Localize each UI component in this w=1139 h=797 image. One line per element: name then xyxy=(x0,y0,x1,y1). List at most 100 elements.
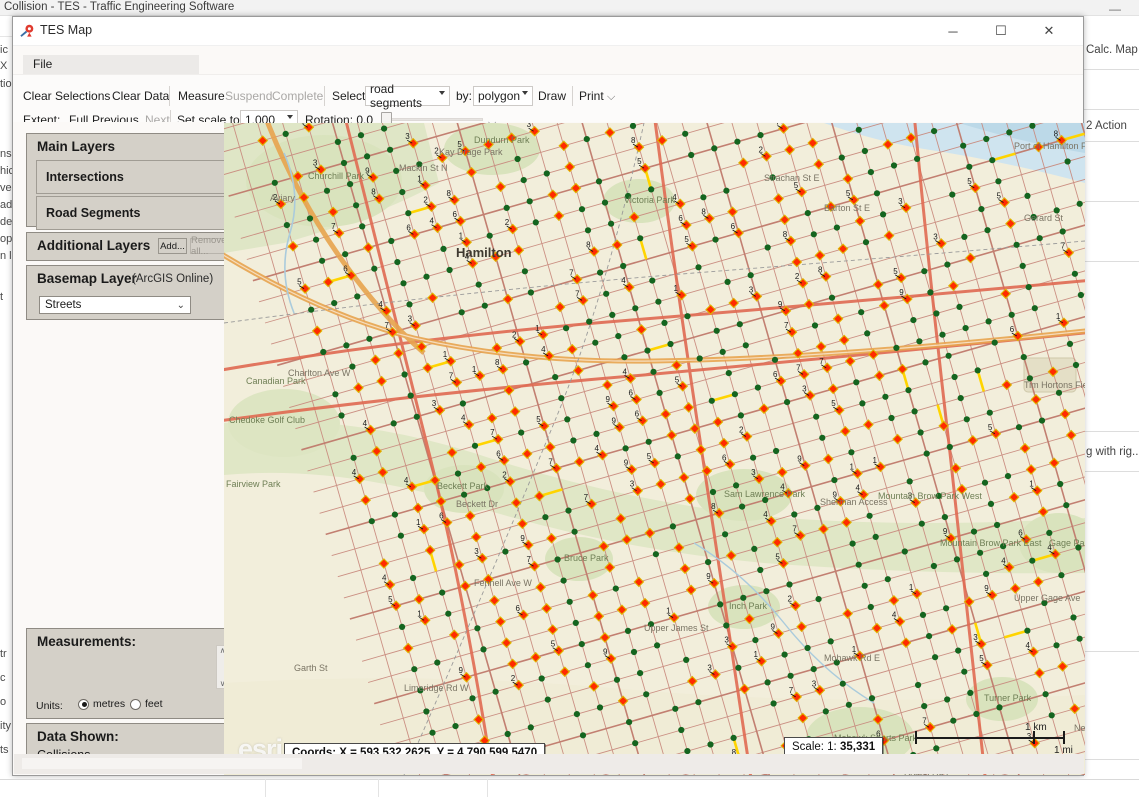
intersection-marker[interactable] xyxy=(946,443,953,451)
intersection-marker[interactable] xyxy=(347,181,354,188)
intersection-marker[interactable] xyxy=(866,512,873,519)
intersection-marker[interactable] xyxy=(735,664,742,671)
intersection-marker[interactable] xyxy=(839,680,846,687)
intersection-marker[interactable] xyxy=(926,633,933,640)
intersection-marker[interactable] xyxy=(429,729,436,736)
intersection-marker[interactable] xyxy=(910,317,917,324)
intersection-marker[interactable] xyxy=(573,711,580,718)
intersection-marker[interactable] xyxy=(596,704,604,711)
bg-grid-cell-8[interactable] xyxy=(1084,716,1139,760)
intersection-marker[interactable] xyxy=(538,675,545,682)
intersection-marker[interactable] xyxy=(543,170,550,177)
intersection-marker[interactable] xyxy=(884,576,891,583)
intersection-marker[interactable] xyxy=(323,187,331,194)
intersection-marker[interactable] xyxy=(916,338,923,345)
intersection-marker[interactable] xyxy=(814,504,821,511)
intersection-marker[interactable] xyxy=(815,596,822,603)
intersection-marker[interactable] xyxy=(406,301,413,308)
intersection-marker[interactable] xyxy=(445,610,452,617)
intersection-marker[interactable] xyxy=(740,594,747,601)
intersection-marker[interactable] xyxy=(1029,557,1036,564)
intersection-marker[interactable] xyxy=(867,603,874,611)
intersection-marker[interactable] xyxy=(630,648,638,656)
intersection-marker[interactable] xyxy=(661,319,668,326)
intersection-marker[interactable] xyxy=(859,400,866,407)
intersection-marker[interactable] xyxy=(810,666,817,673)
intersection-marker[interactable] xyxy=(282,130,289,137)
intersection-marker[interactable] xyxy=(831,477,838,484)
intersection-marker[interactable] xyxy=(786,581,793,588)
intersection-marker[interactable] xyxy=(917,429,924,436)
intersection-marker[interactable] xyxy=(949,191,956,198)
basemap-select-dropdown[interactable]: Streets ⌄ xyxy=(39,296,191,314)
radio-feet-icon[interactable] xyxy=(130,698,141,710)
intersection-marker[interactable] xyxy=(523,359,530,366)
intersection-marker[interactable] xyxy=(723,187,730,194)
intersection-marker[interactable] xyxy=(921,703,928,710)
intersection-marker[interactable] xyxy=(1006,129,1013,136)
intersection-marker[interactable] xyxy=(985,318,992,325)
intersection-marker[interactable] xyxy=(542,514,549,521)
intersection-marker[interactable] xyxy=(571,528,578,535)
intersection-marker[interactable] xyxy=(492,688,499,695)
intersection-marker[interactable] xyxy=(1055,389,1063,396)
intersection-marker[interactable] xyxy=(678,726,685,734)
bg-grid-cell-5[interactable] xyxy=(1084,262,1139,432)
intersection-marker[interactable] xyxy=(769,174,776,181)
intersection-marker[interactable] xyxy=(586,318,593,325)
intersection-marker[interactable] xyxy=(502,548,509,555)
intersection-marker[interactable] xyxy=(578,641,585,648)
intersection-marker[interactable] xyxy=(828,294,836,301)
intersection-marker[interactable] xyxy=(471,442,479,449)
intersection-marker[interactable] xyxy=(963,416,970,423)
intersection-marker[interactable] xyxy=(757,132,764,139)
intersection-marker[interactable] xyxy=(521,268,528,275)
intersection-marker[interactable] xyxy=(308,306,315,313)
intersection-marker[interactable] xyxy=(770,700,777,707)
intersection-marker[interactable] xyxy=(397,532,404,539)
intersection-marker[interactable] xyxy=(626,719,633,726)
clear-selections-button[interactable]: Clear Selections xyxy=(23,85,110,107)
intersection-marker[interactable] xyxy=(459,400,466,407)
intersection-marker[interactable] xyxy=(977,549,984,556)
intersection-marker[interactable] xyxy=(810,231,817,238)
intersection-marker[interactable] xyxy=(880,211,887,218)
intersection-marker[interactable] xyxy=(399,623,406,630)
intersection-marker[interactable] xyxy=(822,708,829,715)
intersection-marker[interactable] xyxy=(504,730,511,738)
bg-grid-cell-2[interactable]: 2 Action xyxy=(1084,110,1139,142)
intersection-marker[interactable] xyxy=(991,339,998,346)
intersection-marker[interactable] xyxy=(838,154,845,161)
intersection-marker[interactable] xyxy=(717,601,724,608)
intersection-marker[interactable] xyxy=(644,347,651,354)
intersection-marker[interactable] xyxy=(943,605,950,612)
intersection-marker[interactable] xyxy=(601,199,609,206)
intersection-marker[interactable] xyxy=(927,289,934,296)
intersection-marker[interactable] xyxy=(719,348,726,355)
intersection-marker[interactable] xyxy=(848,449,855,456)
intersection-marker[interactable] xyxy=(1013,241,1020,248)
intersection-marker[interactable] xyxy=(475,281,482,288)
intersection-marker[interactable] xyxy=(388,237,395,245)
intersection-marker[interactable] xyxy=(804,644,811,652)
intersection-marker[interactable] xyxy=(656,389,663,396)
intersection-marker[interactable] xyxy=(1063,502,1070,509)
intersection-marker[interactable] xyxy=(1041,599,1048,607)
layer-button-road-segments[interactable]: Road Segments xyxy=(36,196,225,230)
intersection-marker[interactable] xyxy=(544,696,551,703)
intersection-marker[interactable] xyxy=(350,454,357,461)
intersection-marker[interactable] xyxy=(1024,192,1031,199)
intersection-marker[interactable] xyxy=(862,239,870,246)
maximize-button[interactable]: ☐ xyxy=(981,17,1021,45)
intersection-marker[interactable] xyxy=(921,268,928,275)
intersection-marker[interactable] xyxy=(987,500,995,507)
intersection-marker[interactable] xyxy=(688,151,695,159)
intersection-marker[interactable] xyxy=(833,659,840,666)
intersection-marker[interactable] xyxy=(974,367,981,374)
intersection-marker[interactable] xyxy=(989,157,996,164)
intersection-marker[interactable] xyxy=(893,344,900,351)
intersection-marker[interactable] xyxy=(354,293,361,300)
intersection-marker[interactable] xyxy=(933,310,940,317)
intersection-marker[interactable] xyxy=(849,540,856,547)
intersection-marker[interactable] xyxy=(978,206,985,213)
